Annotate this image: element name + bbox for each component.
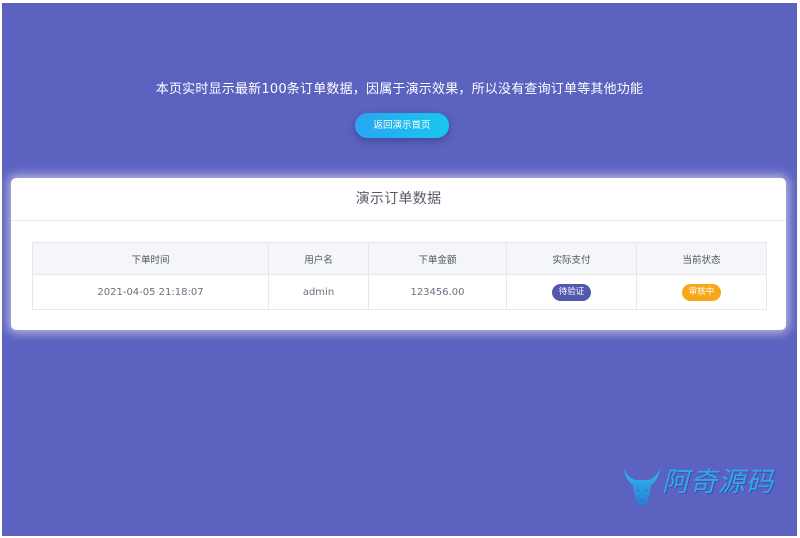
- orders-panel: 演示订单数据 下单时间 用户名 下单金额 实际支付 当前状态 2021-04-0…: [11, 178, 786, 330]
- column-header-order-amount: 下单金额: [369, 243, 507, 274]
- bull-head-logo-icon: [624, 469, 660, 507]
- column-header-current-status: 当前状态: [682, 254, 721, 266]
- table-header-row: 下单时间 用户名 下单金额 实际支付 当前状态: [33, 243, 766, 275]
- username-cell: admin: [269, 275, 369, 309]
- current-status-cell: 审核中: [637, 275, 766, 309]
- payment-status-badge: 待验证: [551, 283, 592, 301]
- orders-table: 下单时间 用户名 下单金额 实际支付 当前状态 2021-04-05 21:18…: [32, 242, 767, 310]
- back-to-demo-home-button[interactable]: 返回演示首页: [355, 113, 449, 138]
- actual-payment-cell: 待验证: [507, 275, 637, 309]
- order-amount-cell: 123456.00: [369, 275, 507, 309]
- page-background: 本页实时显示最新100条订单数据，因属于演示效果，所以没有查询订单等其他功能 返…: [2, 3, 797, 536]
- order-status-badge: 审核中: [681, 283, 722, 301]
- table-row: 2021-04-05 21:18:07 admin 123456.00 待验证 …: [33, 275, 766, 309]
- order-time-cell: 2021-04-05 21:18:07: [33, 275, 269, 309]
- site-watermark: 阿奇源码: [622, 463, 782, 513]
- watermark-text: 阿奇源码: [662, 467, 774, 498]
- page-notice: 本页实时显示最新100条订单数据，因属于演示效果，所以没有查询订单等其他功能: [155, 82, 644, 97]
- column-header-actual-payment: 实际支付: [507, 243, 637, 274]
- panel-title: 演示订单数据: [11, 178, 786, 221]
- column-header-order-time: 下单时间: [33, 243, 269, 274]
- column-header-username: 用户名: [269, 243, 369, 274]
